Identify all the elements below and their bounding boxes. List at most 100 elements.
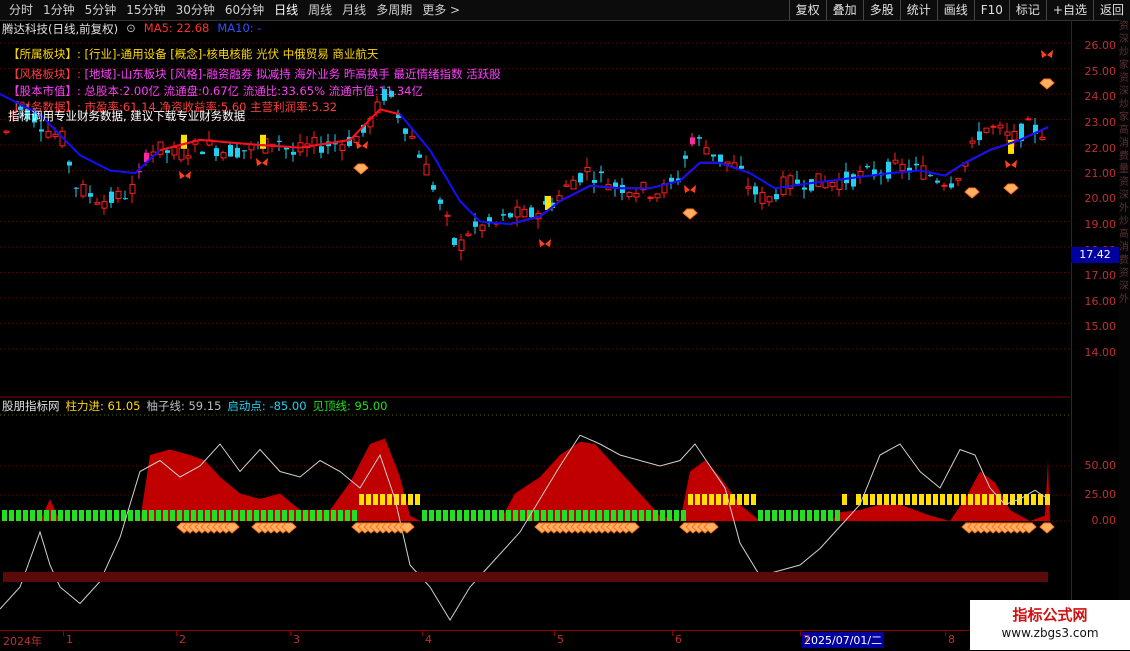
candle-body [977,131,982,141]
green-signal-bar [93,510,98,521]
time-axis: 2025/07/01/二 2024年 1 2 3 4 5 6 7 8 [0,630,1070,651]
candle-body [563,184,570,187]
price-axis: 26.00 25.00 24.00 23.00 22.00 21.00 20.00 19.00… [1071,20,1120,398]
green-signal-bar [170,510,175,521]
candle-body [185,155,192,159]
yellow-signal-bar [926,494,931,505]
candle-body [3,130,10,133]
candle-body [74,187,79,189]
base-band [3,572,1048,582]
chart-canvas[interactable] [0,0,1070,630]
candle-body [654,193,661,199]
time-label: 8 [948,633,955,646]
candle-body [997,124,1004,129]
candle-body [508,213,513,218]
green-signal-bar [772,510,777,521]
candle-body [983,127,990,133]
candle-body [333,143,338,145]
green-signal-bar [821,510,826,521]
candle-body [101,201,108,209]
candle-body [774,194,779,200]
yellow-signal-bar [982,494,987,505]
yellow-signal-bar [1045,494,1050,505]
yellow-signal-bar [366,494,371,505]
candle-body [80,184,87,197]
time-label: 4 [425,633,432,646]
signal-candle [181,134,187,149]
candle-body [935,180,940,183]
candle-body [501,214,506,216]
green-signal-bar [65,510,70,521]
green-signal-bar [86,510,91,521]
price-tick: 23.00 [1084,116,1117,129]
green-signal-bar [317,510,322,521]
candle-body [214,148,219,157]
green-signal-bar [779,510,784,521]
candle-body [444,214,451,217]
green-signal-bar [331,510,336,521]
toolbar-button-8[interactable]: 返回 [1092,0,1130,20]
candle-body [795,179,800,184]
candle-body [248,144,255,151]
green-signal-bar [618,510,623,521]
candle-body [578,173,583,183]
candle-body [766,196,773,203]
price-tick: 15.00 [1084,320,1117,333]
green-signal-bar [261,510,266,521]
candle-body [724,161,731,165]
yellow-signal-bar [898,494,903,505]
signal-candle [260,134,266,149]
green-signal-bar [310,510,315,521]
candle-body [88,193,93,197]
green-signal-bar [23,510,28,521]
green-signal-bar [37,510,42,521]
candle-body [339,144,346,151]
candle-body [465,233,472,236]
candle-body [1025,118,1032,121]
green-signal-bar [352,510,357,521]
green-signal-bar [198,510,203,521]
green-signal-bar [471,510,476,521]
candle-body [718,154,723,162]
green-signal-bar [646,510,651,521]
candle-body [452,238,457,245]
yellow-signal-bar [877,494,882,505]
green-signal-bar [765,510,770,521]
candle-body [45,130,52,138]
green-signal-bar [520,510,525,521]
candle-body [669,177,674,182]
right-side-panel[interactable]: 资深炒家资深炒家高消费量资深外炒高消费资深外 [1119,20,1130,630]
candle-body [409,135,416,139]
green-signal-bar [681,510,686,521]
yellow-signal-bar [716,494,721,505]
green-signal-bar [506,510,511,521]
candle-body [514,206,521,218]
jianding-value: 见顶线: 95.00 [312,399,388,413]
candle-body [822,181,829,189]
candle-body [235,147,240,158]
yellow-signal-bar [905,494,910,505]
candle-body [759,191,766,205]
yellow-signal-bar [688,494,693,505]
green-signal-bar [632,510,637,521]
green-signal-bar [324,510,329,521]
green-signal-bar [205,510,210,521]
candle-body [284,147,289,150]
candle-body [809,179,814,191]
candle-body [899,163,906,172]
green-signal-bar [443,510,448,521]
green-signal-bar [184,510,189,521]
green-signal-bar [604,510,609,521]
candle-body [165,150,170,153]
candle-body [647,196,654,199]
green-signal-bar [653,510,658,521]
green-signal-bar [485,510,490,521]
green-signal-bar [212,510,217,521]
diamond-icon [1039,522,1055,534]
green-signal-bar [457,510,462,521]
green-signal-bar [807,510,812,521]
yellow-signal-bar [359,494,364,505]
yellow-signal-bar [415,494,420,505]
price-tick: 19.00 [1084,218,1117,231]
green-signal-bar [793,510,798,521]
